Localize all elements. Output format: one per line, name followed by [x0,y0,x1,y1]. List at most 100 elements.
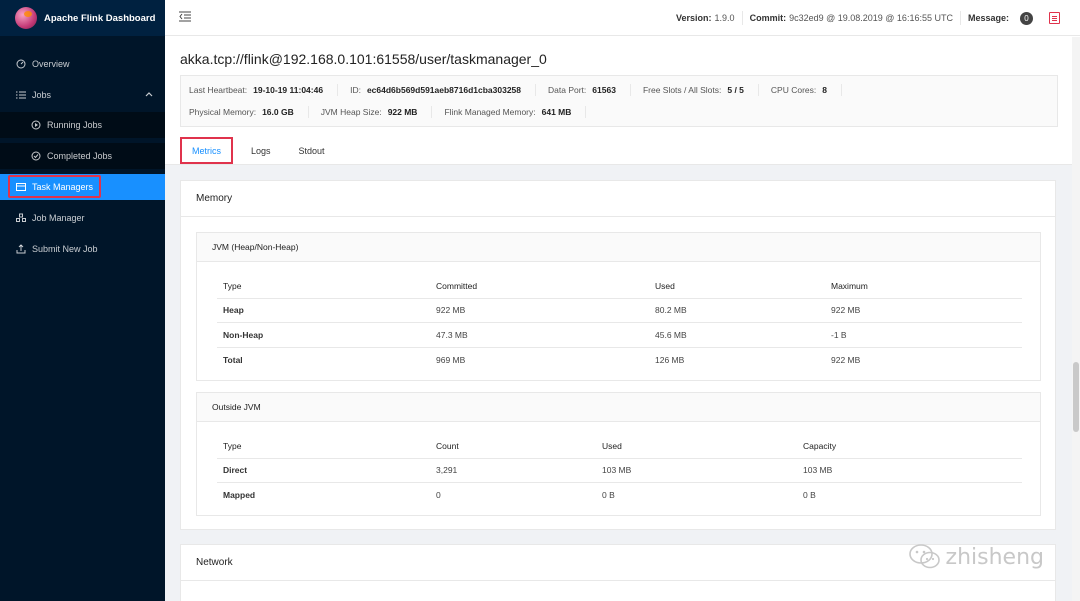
header-info: Version: 1.9.0 Commit: 9c32ed9 @ 19.08.2… [676,0,1060,36]
column-header: Count [430,434,596,459]
column-header: Committed [430,274,649,299]
physical-memory-label: Physical Memory: [189,107,257,117]
divider [959,11,961,25]
data-port-label: Data Port: [548,85,587,95]
table-cell: 3,291 [430,458,596,483]
tab-logs[interactable]: Logs [241,137,281,164]
watermark-text: zhisheng [945,544,1044,570]
page-title: akka.tcp://flink@192.168.0.101:61558/use… [180,51,547,67]
slots-label: Free Slots / All Slots: [642,85,722,95]
managed-memory-value: 641 MB [541,107,572,117]
jvm-memory-table: Type Committed Used Maximum Heap 922 MB … [217,274,1022,372]
table-cell: 0 B [803,490,816,500]
sidebar-item-task-managers[interactable]: Task Managers [0,174,165,200]
column-header: Maximum [825,274,1022,299]
id-label: ID: [350,85,361,95]
message-label: Message: [967,13,1009,23]
column-header: Used [649,274,825,299]
column-header: Used [596,434,797,459]
column-header: Capacity [797,434,1022,459]
table-cell: 922 MB [831,354,861,365]
jvm-heap-label: JVM Heap Size: [320,107,382,117]
outside-jvm-card: Outside JVM Type Count Used Capacity Dir… [196,392,1041,516]
table-cell: 0 B [602,490,615,500]
table-row: Non-Heap 47.3 MB 45.6 MB -1 B [217,322,1022,348]
table-cell: 922 MB [825,298,1022,323]
data-port-value: 61563 [592,85,616,95]
tab-bar: Metrics Logs Stdout [180,137,343,164]
main-content: akka.tcp://flink@192.168.0.101:61558/use… [165,37,1080,601]
cpu-cores-label: CPU Cores: [770,85,817,95]
play-circle-icon [31,120,41,130]
managed-memory-label: Flink Managed Memory: [444,107,536,117]
sidebar-item-job-manager[interactable]: Job Manager [0,205,165,231]
table-row: Direct 3,291 103 MB 103 MB [217,458,1022,483]
brand-title: Apache Flink Dashboard [44,12,156,24]
sidebar-item-running-jobs[interactable]: Running Jobs [0,112,165,138]
table-cell: 0 [436,490,441,500]
sidebar-item-label: Submit New Job [32,244,98,254]
table-cell: Mapped [223,490,256,500]
table-cell: Total [223,354,243,365]
tab-metrics[interactable]: Metrics [180,137,233,164]
table-cell: Direct [217,458,430,483]
flink-logo-icon [15,7,37,29]
list-icon [16,90,26,100]
schedule-icon [16,182,26,192]
jvm-heap-value: 922 MB [387,107,418,117]
table-cell: 103 MB [797,458,1022,483]
sidebar-item-jobs[interactable]: Jobs [0,82,165,108]
sidebar-item-label: Jobs [32,90,52,100]
version-label: Version: [676,13,712,23]
sidebar-item-label: Overview [32,59,70,69]
table-cell: Heap [217,298,430,323]
column-header: Type [217,434,430,459]
table-row: Total 969 MB 126 MB 922 MB [217,347,1022,372]
table-cell: 45.6 MB [649,322,825,348]
sidebar-item-label: Task Managers [32,182,94,192]
wechat-icon [908,543,942,571]
chevron-up-icon [145,90,153,100]
memory-card: Memory JVM (Heap/Non-Heap) Type Committe… [180,180,1056,530]
last-heartbeat-label: Last Heartbeat: [189,85,248,95]
dashboard-icon [16,59,26,69]
table-cell: Non-Heap [217,322,430,348]
table-cell: 969 MB [436,354,466,365]
brand[interactable]: Apache Flink Dashboard [0,0,165,36]
table-cell: 47.3 MB [430,322,649,348]
table-cell: -1 B [825,322,1022,348]
table-row: Mapped 0 0 B 0 B [217,483,1022,508]
jvm-memory-card: JVM (Heap/Non-Heap) Type Committed Used … [196,232,1041,381]
scrollbar[interactable] [1072,37,1080,601]
sidebar-item-overview[interactable]: Overview [0,51,165,77]
metrics-panel: Memory JVM (Heap/Non-Heap) Type Committe… [165,164,1080,601]
top-header: Version: 1.9.0 Commit: 9c32ed9 @ 19.08.2… [165,0,1080,36]
slots-value: 5 / 5 [727,85,744,95]
jvm-card-title: JVM (Heap/Non-Heap) [197,233,1040,262]
last-heartbeat-value: 19-10-19 11:04:46 [253,85,324,95]
divider [741,11,743,25]
table-cell: 126 MB [655,354,685,365]
cluster-icon [16,213,26,223]
menu-fold-icon[interactable] [179,10,193,24]
taskmanager-info: Last Heartbeat: 19-10-19 11:04:46 ID: ec64… [180,75,1058,127]
scrollbar-thumb[interactable] [1073,362,1079,432]
memory-card-title: Memory [181,181,1055,217]
column-header: Type [217,274,430,299]
sidebar-item-completed-jobs[interactable]: Completed Jobs [0,143,165,169]
watermark: zhisheng [908,543,1044,571]
message-count-badge[interactable]: 0 [1020,11,1033,25]
sidebar-item-label: Job Manager [32,213,85,223]
check-circle-icon [31,151,41,161]
sidebar-item-label: Completed Jobs [47,151,113,161]
sidebar-item-label: Running Jobs [47,120,103,130]
table-cell: 103 MB [596,458,797,483]
file-text-icon[interactable] [1049,12,1060,24]
tab-stdout[interactable]: Stdout [289,137,335,164]
table-row: Heap 922 MB 80.2 MB 922 MB [217,298,1022,323]
sidebar: Apache Flink Dashboard Overview Jobs Run… [0,0,165,601]
table-cell: 80.2 MB [649,298,825,323]
outside-jvm-card-title: Outside JVM [197,393,1040,422]
sidebar-item-submit-new-job[interactable]: Submit New Job [0,236,165,262]
commit-value: 9c32ed9 @ 19.08.2019 @ 16:16:55 UTC [789,13,953,23]
